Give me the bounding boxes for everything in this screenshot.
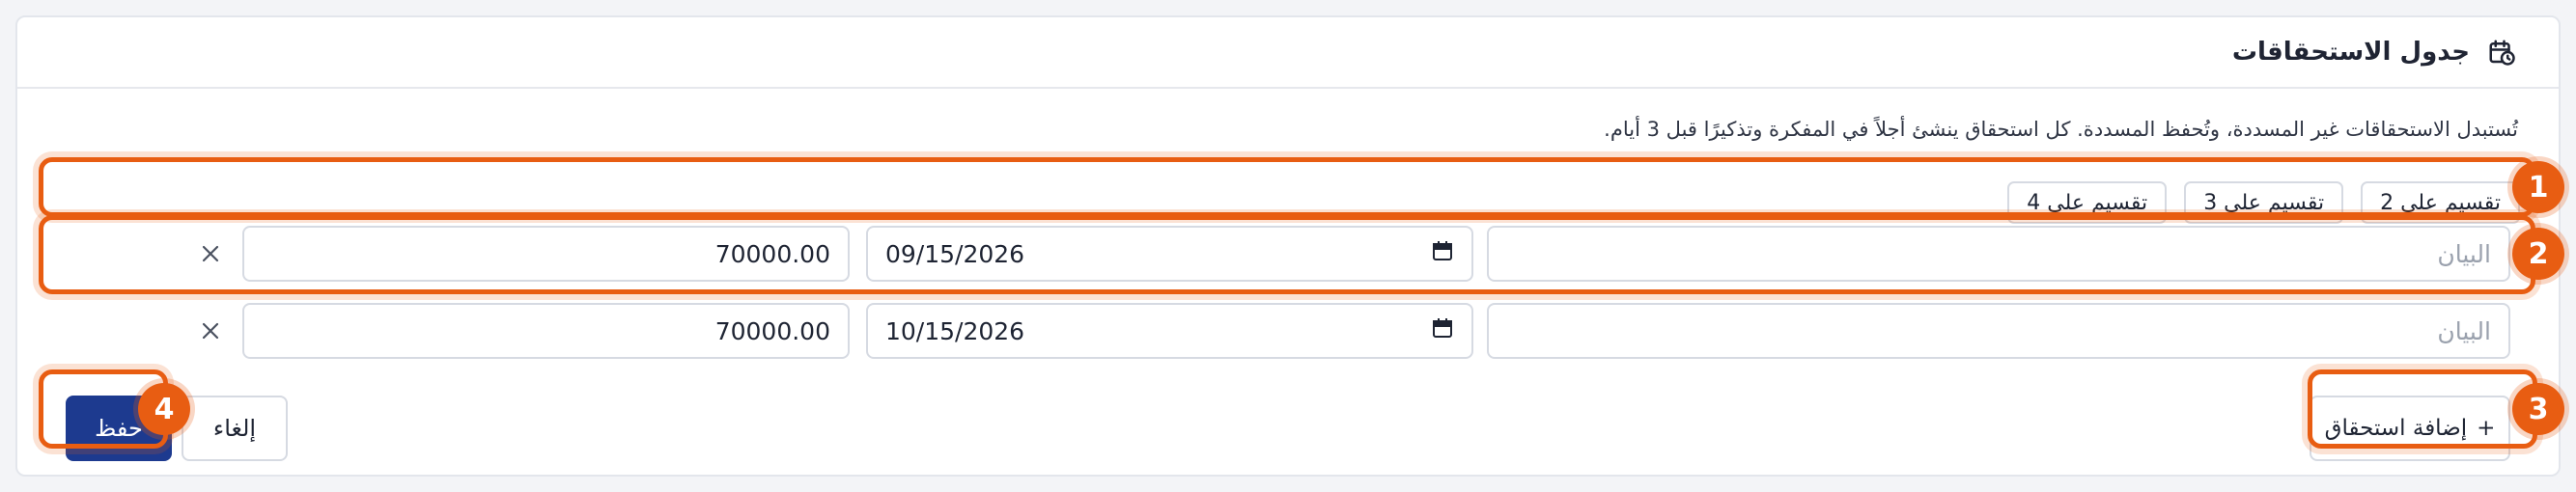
highlight-box-2	[39, 215, 2535, 294]
date-value: 10/15/2026	[885, 316, 1025, 345]
cancel-button[interactable]: إلغاء	[182, 396, 288, 461]
description-input[interactable]: البيان	[1487, 303, 2510, 359]
calendar-icon[interactable]	[1431, 316, 1454, 345]
amount-input[interactable]: 70000.00	[242, 303, 850, 359]
annotation-marker-4: 4	[138, 383, 190, 435]
page-title: جدول الاستحقاقات	[2231, 38, 2470, 67]
annotation-marker-3: 3	[2512, 383, 2564, 435]
calendar-clock-icon	[2485, 36, 2518, 68]
highlight-box-1	[39, 157, 2535, 217]
annotation-marker-1: 1	[2512, 161, 2564, 213]
highlight-box-3	[2308, 369, 2537, 449]
schedule-description: تُستبدل الاستحقاقات غير المسددة، وتُحفظ …	[1604, 118, 2518, 141]
annotation-marker-2: 2	[2512, 228, 2564, 280]
installment-row: البيان 10/15/2026 70000.00	[17, 303, 2559, 359]
card-header: جدول الاستحقاقات	[17, 17, 2559, 89]
remove-row-icon[interactable]	[191, 303, 230, 359]
date-input[interactable]: 10/15/2026	[866, 303, 1473, 359]
